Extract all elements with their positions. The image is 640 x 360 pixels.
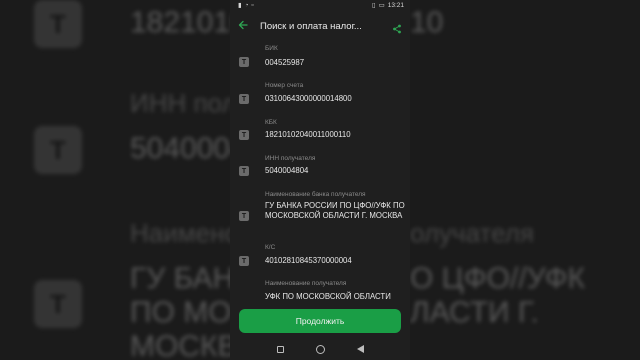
phone-screen: ▮ ◔ ▫ ▯ ▭ 13:21 Поиск и оплата налог... …: [230, 0, 410, 360]
text-field-icon: T: [239, 256, 249, 266]
battery-icon: ▭: [378, 2, 385, 9]
field-label: Наименование получателя: [265, 280, 347, 287]
page-title: Поиск и оплата налог...: [260, 20, 362, 32]
recents-icon[interactable]: [276, 345, 284, 353]
field-value: 004525987: [265, 58, 305, 67]
field-value: УФК ПО МОСКОВСКОЙ ОБЛАСТИ: [265, 292, 391, 301]
status-icons-right: ▯ ▭ 13:21: [371, 1, 404, 10]
text-field-icon: T: [239, 94, 249, 104]
bg-t-icon: T: [34, 280, 82, 328]
field-value: 18210102040011000110: [265, 130, 351, 139]
text-field-icon: T: [239, 130, 249, 140]
field-value: ГУ БАНКА РОССИИ ПО ЦФО//УФК ПО МОСКОВСКО…: [265, 201, 405, 220]
field-label: КБК: [265, 119, 277, 126]
status-icons-left: ▮ ◔ ▫: [238, 1, 254, 10]
continue-button[interactable]: Продолжить: [239, 309, 401, 333]
field-label: К/С: [265, 244, 276, 251]
notification-icon: ▫: [251, 1, 254, 9]
field-label: БИК: [265, 45, 278, 52]
vibrate-icon: ▯: [371, 2, 376, 9]
wifi-icon: ◔: [244, 1, 249, 9]
app-bar: Поиск и оплата налог...: [230, 10, 410, 42]
bg-text: ЛАСТИ Г.: [410, 296, 539, 329]
field-label: Номер счета: [265, 82, 304, 89]
system-nav-bar: [230, 338, 410, 360]
bg-text: олучателя: [410, 218, 534, 248]
share-icon[interactable]: [392, 21, 402, 34]
bg-text: О ЦФО//УФК: [410, 262, 586, 295]
text-field-icon: T: [239, 57, 249, 67]
field-value: 03100643000000014800: [265, 94, 352, 103]
bg-t-icon: T: [34, 126, 82, 174]
status-time: 13:21: [387, 1, 404, 9]
bg-text: Наимено: [130, 218, 239, 248]
nav-back-icon[interactable]: [356, 345, 364, 353]
status-bar: ▮ ◔ ▫ ▯ ▭ 13:21: [230, 0, 410, 10]
home-icon[interactable]: [315, 344, 325, 354]
field-value: 5040004804: [265, 166, 309, 175]
back-arrow-icon[interactable]: [238, 19, 250, 33]
bg-t-icon: T: [34, 0, 82, 48]
signal-icon: ▮: [238, 2, 242, 9]
text-field-icon: T: [239, 211, 249, 221]
bg-text: 10: [410, 6, 444, 39]
field-label: Наименование банка получателя: [265, 191, 366, 198]
field-label: ИНН получателя: [265, 155, 316, 162]
text-field-icon: T: [239, 166, 249, 176]
field-value: 40102810845370000004: [265, 256, 352, 265]
payment-details-list[interactable]: БИК T 004525987 Номер счета T 0310064300…: [230, 42, 410, 304]
